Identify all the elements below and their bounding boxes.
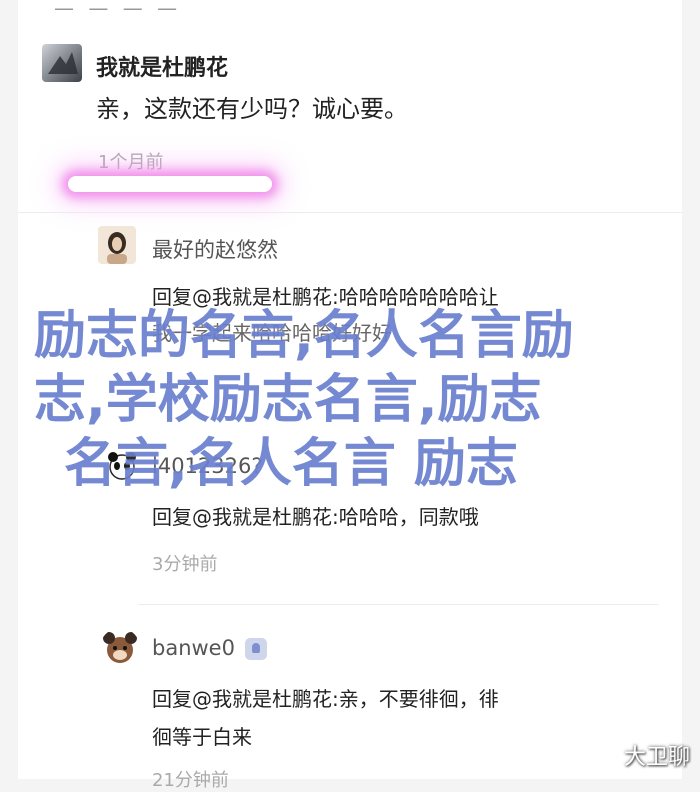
reply-time: 21分钟前: [152, 770, 229, 791]
avatar-image-icon: [107, 232, 127, 264]
overlay-line: 名言,名人名言 励志: [64, 434, 518, 494]
overlay-line: 志,学校励志名言,励志: [34, 370, 542, 430]
reply-text-line: 回复@我就是杜鹏花:亲，不要徘徊，徘: [152, 687, 499, 711]
reply-author[interactable]: banwe0: [152, 636, 267, 660]
verified-badge-icon: [244, 638, 267, 660]
overlay-line: 励志的名言,名人名言励: [34, 306, 574, 366]
reply-time: 3分钟前: [152, 554, 218, 575]
reply-author[interactable]: 最好的赵悠然: [152, 234, 278, 264]
comment-author[interactable]: 我就是杜鹏花: [96, 50, 228, 82]
avatar-image-icon: [48, 52, 78, 74]
avatar[interactable]: [100, 628, 140, 668]
avatar[interactable]: [42, 44, 82, 82]
highlight-marker: [68, 176, 272, 192]
watermark: 大卫聊: [623, 745, 690, 770]
divider: [18, 212, 682, 213]
comment-time: 1个月前: [98, 152, 164, 173]
reply-text-line: 徊等于白来: [152, 725, 252, 749]
comment-text: 亲，这款还有少吗？诚心要。: [96, 95, 408, 123]
avatar[interactable]: [98, 226, 136, 264]
reply-text: 回复@我就是杜鹏花:哈哈哈，同款哦: [152, 505, 479, 529]
cropped-top-text: — — — —: [54, 0, 182, 20]
bear-avatar-icon: [103, 632, 137, 663]
reply-author-name[interactable]: banwe0: [152, 636, 235, 660]
divider: [138, 604, 658, 605]
